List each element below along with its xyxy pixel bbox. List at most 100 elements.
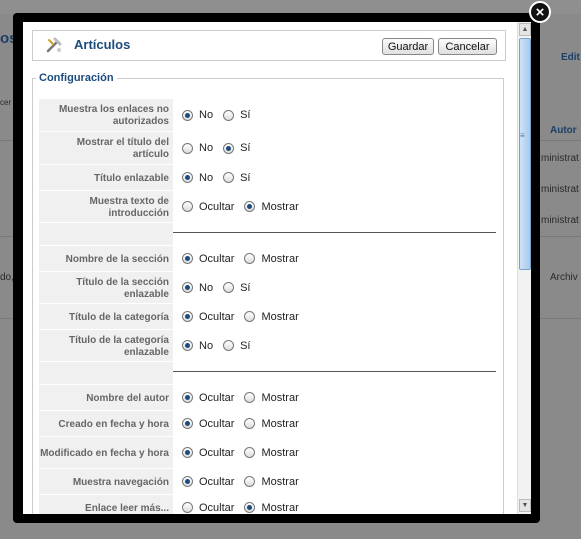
radio-option[interactable]: Ocultar [182, 418, 234, 430]
radio-button[interactable] [244, 447, 256, 458]
radio-option[interactable]: Sí [223, 340, 250, 352]
radio-button[interactable] [182, 447, 193, 458]
config-row: Título de la categoría enlazable No Sí [39, 330, 496, 362]
radio-option[interactable]: Sí [223, 282, 250, 294]
radio-option[interactable]: Ocultar [182, 447, 234, 459]
radio-group: No Sí [173, 99, 496, 131]
radio-button[interactable] [182, 282, 193, 293]
radio-option[interactable]: Mostrar [244, 418, 299, 430]
config-row-label: Título de la categoría [39, 304, 173, 329]
radio-option[interactable]: Mostrar [244, 502, 299, 514]
radio-label: Mostrar [261, 310, 299, 323]
radio-button[interactable] [244, 418, 256, 429]
scrollbar[interactable]: ▲ ≡ ▼ [517, 22, 531, 514]
radio-option[interactable]: Mostrar [244, 446, 299, 459]
radio-label: Mostrar [261, 446, 299, 459]
radio-label: Sí [240, 171, 251, 184]
radio-button[interactable] [244, 201, 256, 212]
radio-button[interactable] [182, 172, 193, 183]
radio-option[interactable]: No [182, 109, 213, 121]
radio-button[interactable] [223, 340, 235, 351]
radio-option[interactable]: Sí [223, 109, 250, 121]
radio-option[interactable]: Mostrar [244, 253, 299, 265]
radio-button[interactable] [244, 311, 256, 322]
radio-label: No [199, 109, 214, 121]
config-row-label: Nombre de la sección [39, 246, 173, 271]
radio-option[interactable]: Ocultar [182, 253, 234, 265]
modal-content: Artículos Guardar Cancelar Configuración… [23, 22, 517, 514]
config-row: Modificado en fecha y hora Ocultar Mostrar [39, 437, 496, 469]
background-edit-label: Edit [561, 52, 580, 63]
background-author-cell: ministrat [541, 153, 579, 164]
radio-option[interactable]: Ocultar [182, 502, 234, 514]
radio-button[interactable] [182, 418, 193, 429]
radio-label: Mostrar [261, 200, 299, 213]
radio-button[interactable] [182, 476, 193, 487]
config-row-label [39, 223, 173, 245]
scroll-down-icon[interactable]: ▼ [519, 499, 531, 512]
radio-option[interactable]: Sí [223, 172, 250, 184]
radio-button[interactable] [182, 201, 193, 212]
radio-option[interactable]: Mostrar [244, 475, 299, 488]
radio-button[interactable] [223, 282, 235, 293]
radio-option[interactable]: Ocultar [182, 476, 234, 488]
radio-button[interactable] [182, 142, 193, 154]
radio-button[interactable] [182, 311, 193, 322]
radio-button[interactable] [182, 253, 193, 264]
radio-button[interactable] [182, 392, 193, 403]
radio-option[interactable]: Ocultar [182, 392, 234, 404]
config-row: Título de la categoría Ocultar Mostrar [39, 304, 496, 330]
close-icon[interactable]: × [529, 1, 551, 23]
radio-option[interactable]: No [182, 340, 213, 352]
radio-label: No [199, 171, 214, 184]
config-fieldset: Configuración Muestra los enlaces no aut… [32, 72, 504, 514]
cancel-button[interactable]: Cancelar [438, 38, 497, 55]
radio-option[interactable]: Sí [223, 142, 250, 154]
radio-option[interactable]: No [182, 282, 213, 294]
radio-button[interactable] [244, 392, 256, 403]
radio-label: Sí [240, 109, 251, 121]
radio-label: Ocultar [199, 391, 235, 404]
radio-button[interactable] [223, 142, 235, 154]
config-row-label: Enlace leer más... [39, 495, 173, 514]
save-button[interactable]: Guardar [382, 38, 434, 55]
config-row-label: Título de la categoría enlazable [39, 330, 173, 361]
radio-group: Ocultar Mostrar [173, 191, 496, 222]
radio-group: Ocultar Mostrar [173, 385, 496, 410]
radio-button[interactable] [223, 172, 235, 183]
config-row: Título enlazable No Sí [39, 165, 496, 191]
radio-option[interactable]: Mostrar [244, 310, 299, 323]
scrollbar-thumb[interactable] [519, 38, 531, 270]
radio-group: No Sí [173, 132, 496, 164]
radio-option[interactable]: No [182, 172, 213, 184]
radio-option[interactable]: Mostrar [244, 391, 299, 404]
radio-option[interactable]: Ocultar [182, 201, 234, 213]
radio-option[interactable]: Mostrar [244, 200, 299, 213]
radio-button[interactable] [182, 340, 193, 351]
radio-group: Ocultar Mostrar [173, 304, 496, 329]
config-row: Enlace leer más... Ocultar Mostrar [39, 495, 496, 514]
radio-label: Mostrar [261, 391, 299, 404]
config-row: Creado en fecha y hora Ocultar Mostrar [39, 411, 496, 437]
config-legend: Configuración [39, 72, 114, 84]
radio-button[interactable] [244, 253, 256, 264]
scroll-up-icon[interactable]: ▲ [519, 23, 531, 36]
radio-button[interactable] [244, 476, 256, 487]
radio-label: Mostrar [261, 475, 299, 488]
config-rows: Muestra los enlaces no autorizados No Sí Mo… [39, 99, 496, 514]
radio-group: No Sí [173, 330, 496, 361]
config-row-label: Muestra texto de introducción [39, 191, 173, 222]
radio-button[interactable] [223, 109, 235, 121]
config-row-label: Mostrar el título del artículo [39, 132, 173, 164]
radio-option[interactable]: Ocultar [182, 311, 234, 323]
radio-button[interactable] [244, 502, 256, 513]
radio-group: No Sí [173, 272, 496, 303]
radio-group: Ocultar Mostrar [173, 437, 496, 468]
radio-button[interactable] [182, 109, 193, 121]
radio-option[interactable]: No [182, 142, 213, 154]
modal-title: Artículos [74, 37, 131, 52]
scrollbar-grip-icon: ≡ [520, 131, 525, 140]
radio-button[interactable] [182, 502, 193, 513]
config-row-label: Título de la sección enlazable [39, 272, 173, 303]
config-row-label [39, 362, 173, 384]
